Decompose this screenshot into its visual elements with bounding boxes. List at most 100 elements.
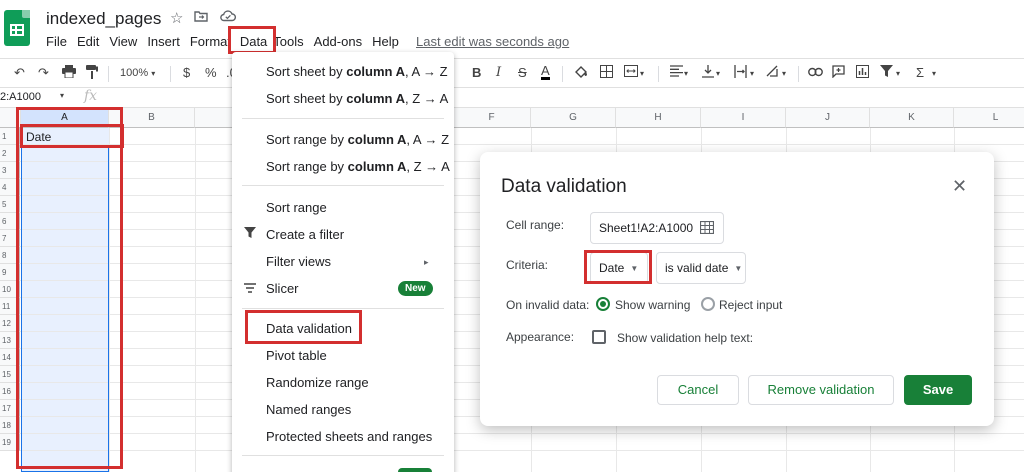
insert-comment-icon[interactable] — [832, 65, 845, 81]
criteria-condition-select[interactable]: is valid date ▼ — [656, 252, 746, 284]
sort-sheet-az-suffix: , A → Z — [404, 64, 448, 79]
bold-icon[interactable]: B — [472, 65, 481, 80]
percent-format-button[interactable]: % — [205, 65, 217, 80]
zoom-select[interactable]: 100% ▾ — [120, 67, 155, 79]
last-edit-link[interactable]: Last edit was seconds ago — [416, 34, 569, 49]
menu-sort-range-za[interactable]: Sort range by column A, Z → A — [266, 159, 450, 174]
column-header-i[interactable]: I — [701, 108, 786, 128]
invalid-data-label: On invalid data: — [506, 298, 590, 312]
menu-named-ranges[interactable]: Named ranges — [266, 402, 351, 417]
sort-sheet-za-column: column A — [346, 91, 405, 106]
rotation-caret-icon[interactable]: ▾ — [782, 69, 786, 78]
menu-tools[interactable]: Tools — [273, 34, 303, 52]
help-text-checkbox[interactable] — [592, 330, 606, 344]
slicer-icon — [244, 281, 256, 296]
menu-sort-sheet-az[interactable]: Sort sheet by column A, A → Z — [266, 64, 448, 79]
menu-insert[interactable]: Insert — [147, 34, 180, 52]
text-color-icon[interactable]: A — [541, 64, 550, 80]
select-range-icon[interactable] — [699, 220, 715, 239]
sort-range-az-suffix: , A → Z — [406, 132, 450, 147]
cloud-status-icon[interactable] — [220, 9, 236, 26]
currency-format-button[interactable]: $ — [183, 65, 190, 80]
functions-icon[interactable]: Σ — [916, 65, 924, 80]
new-badge: New — [398, 281, 433, 296]
remove-validation-button[interactable]: Remove validation — [748, 375, 894, 405]
menu-sort-sheet-za[interactable]: Sort sheet by column A, Z → A — [266, 91, 448, 106]
cancel-button[interactable]: Cancel — [657, 375, 739, 405]
align-caret-icon[interactable]: ▾ — [684, 69, 688, 78]
insert-link-icon[interactable] — [808, 65, 823, 80]
italic-icon[interactable]: I — [496, 65, 501, 80]
move-folder-icon[interactable] — [194, 9, 208, 26]
paint-format-icon[interactable] — [86, 65, 98, 82]
column-header-g[interactable]: G — [531, 108, 616, 128]
menu-addons[interactable]: Add-ons — [314, 34, 362, 52]
menu-protected-ranges[interactable]: Protected sheets and ranges — [266, 429, 432, 444]
criteria-label: Criteria: — [506, 258, 549, 272]
column-divider — [195, 128, 196, 472]
save-button[interactable]: Save — [904, 375, 972, 405]
menu-help[interactable]: Help — [372, 34, 399, 52]
menu-randomize-range[interactable]: Randomize range — [266, 375, 369, 390]
reject-input-radio[interactable] — [701, 297, 715, 311]
filter-icon — [244, 226, 256, 241]
toolbar-separator — [562, 66, 563, 82]
vertical-align-icon[interactable] — [702, 65, 714, 81]
sheets-grid-icon — [10, 24, 24, 36]
show-warning-label[interactable]: Show warning — [615, 298, 690, 312]
redo-icon[interactable]: ↷ — [38, 65, 49, 81]
help-text-label[interactable]: Show validation help text: — [617, 331, 753, 345]
sort-range-za-suffix: , Z → A — [406, 159, 450, 174]
menu-format[interactable]: Format — [190, 34, 232, 52]
highlight-criteria-date — [584, 250, 652, 284]
sort-sheet-za-prefix: Sort sheet by — [266, 91, 347, 106]
menu-pivot-table[interactable]: Pivot table — [266, 348, 327, 363]
column-header-h[interactable]: H — [616, 108, 701, 128]
text-rotation-icon[interactable] — [766, 65, 779, 81]
highlight-data-validation — [245, 310, 362, 344]
menu-sort-range[interactable]: Sort range — [266, 200, 327, 215]
functions-caret-icon[interactable]: ▾ — [932, 69, 936, 78]
print-icon[interactable] — [62, 65, 76, 81]
undo-icon[interactable]: ↶ — [14, 65, 25, 81]
document-title[interactable]: indexed_pages — [46, 9, 161, 29]
show-warning-radio[interactable] — [596, 297, 610, 311]
sort-sheet-az-prefix: Sort sheet by — [266, 64, 347, 79]
merge-cells-icon[interactable] — [624, 65, 638, 80]
merge-caret-icon[interactable]: ▾ — [640, 69, 644, 78]
column-header-j[interactable]: J — [786, 108, 870, 128]
toolbar-separator — [170, 66, 171, 82]
strikethrough-icon[interactable]: S — [518, 65, 527, 80]
menu-edit[interactable]: Edit — [77, 34, 99, 52]
sheets-logo[interactable] — [4, 10, 30, 46]
name-box-caret-icon[interactable]: ▾ — [60, 91, 64, 100]
cell-range-label: Cell range: — [506, 218, 565, 232]
insert-chart-icon[interactable] — [856, 65, 869, 81]
menu-create-filter[interactable]: Create a filter — [266, 227, 344, 242]
name-box[interactable]: 2:A1000 — [0, 91, 41, 103]
menu-sort-range-az[interactable]: Sort range by column A, A → Z — [266, 132, 449, 147]
toolbar: ↶ ↷ 100% ▾ $ % .0 B I S A ▾ ▾ ▾ ▾ ▾ — [0, 58, 1024, 88]
filter-caret-icon[interactable]: ▾ — [896, 69, 900, 78]
column-header-f[interactable]: F — [453, 108, 531, 128]
toolbar-separator — [798, 66, 799, 82]
wrap-caret-icon[interactable]: ▾ — [750, 69, 754, 78]
close-icon[interactable]: ✕ — [952, 176, 967, 197]
menu-filter-views[interactable]: Filter views — [266, 254, 331, 269]
borders-icon[interactable] — [600, 65, 613, 81]
menu-divider — [242, 185, 444, 186]
horizontal-align-icon[interactable] — [670, 65, 683, 80]
valign-caret-icon[interactable]: ▾ — [716, 69, 720, 78]
text-wrap-icon[interactable] — [734, 65, 747, 81]
column-header-l[interactable]: L — [954, 108, 1024, 128]
fill-color-icon[interactable] — [574, 65, 589, 82]
menu-slicer[interactable]: Slicer — [266, 281, 299, 296]
menu-view[interactable]: View — [109, 34, 137, 52]
zoom-value: 100% — [120, 67, 149, 79]
star-icon[interactable]: ☆ — [170, 9, 183, 27]
filter-icon[interactable] — [880, 65, 893, 80]
menu-file[interactable]: File — [46, 34, 67, 52]
reject-input-label[interactable]: Reject input — [719, 298, 782, 312]
sort-sheet-az-column: column A — [346, 64, 405, 79]
column-header-k[interactable]: K — [870, 108, 954, 128]
